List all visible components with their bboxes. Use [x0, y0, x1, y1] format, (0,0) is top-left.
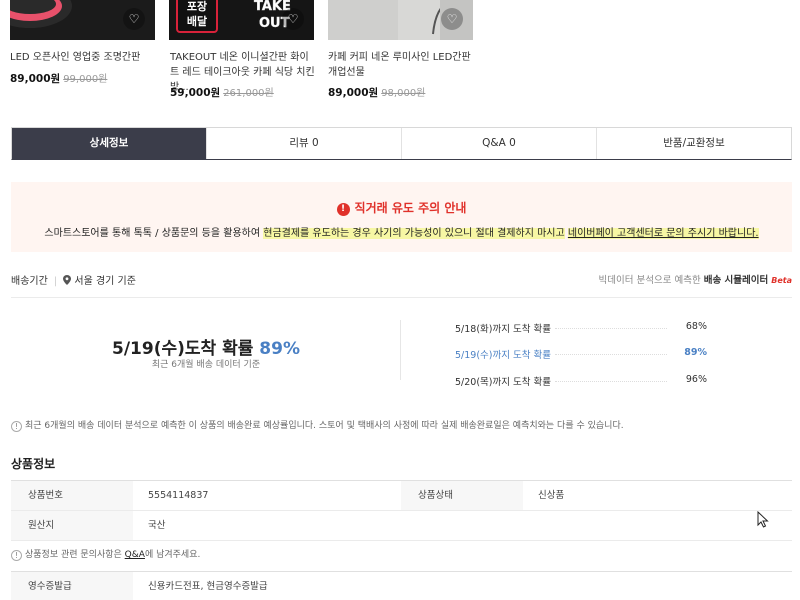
sale-price: 89,000원 [10, 73, 61, 85]
row-label: 상품번호 [11, 481, 133, 510]
delivery-header: 배송기간 | 서울 경기 기준 빅데이터 분석으로 예측한 배송 시뮬레이터 Be… [11, 272, 792, 288]
product-info-title: 상품정보 [11, 457, 56, 471]
probability-label: 5/20(목)까지 도착 확률 [455, 377, 551, 388]
receipt-row: 영수증발급 신용카드전표, 현금영수증발급 [11, 571, 792, 600]
table-row: 상품번호 5554114837 상품상태 신상품 [11, 481, 792, 511]
arrival-probability: 5/19(수)도착 확률 89% [11, 334, 401, 359]
probability-value: 68% [685, 321, 707, 332]
heart-icon[interactable]: ♡ [441, 8, 463, 30]
dotted-leader [555, 354, 667, 355]
delivery-note-text: 최근 6개월의 배송 데이터 분석으로 예측한 이 상품의 배송완료 예상률입니… [25, 421, 624, 431]
probability-row: 5/19(수)까지 도착 확률 89% [455, 347, 707, 361]
divider-line [11, 297, 792, 298]
related-products: ♡ LED 오픈사인 영업중 조명간판 89,000원 99,000원 포장 배달… [0, 0, 800, 110]
sale-price: 89,000원 [328, 87, 379, 99]
product-price: 89,000원 99,000원 [10, 70, 107, 86]
product-price: 89,000원 98,000원 [328, 84, 425, 100]
notice-body-prefix: 스마트스토어를 통해 톡톡 / 상품문의 등을 활용하여 [44, 228, 264, 239]
sign-text-left-2: 배달 [187, 14, 207, 28]
simulator-label: 빅데이터 분석으로 예측한 배송 시뮬레이터 Beta [599, 272, 793, 286]
probability-label: 5/19(수)까지 도착 확률 [455, 350, 551, 361]
notice-title: ! 직거래 유도 주의 안내 [11, 199, 792, 216]
table-row: 영수증발급 신용카드전표, 현금영수증발급 [11, 572, 792, 600]
original-price: 99,000원 [63, 74, 108, 85]
probability-row: 5/20(목)까지 도착 확률 96% [455, 374, 707, 388]
analysis-prefix: 빅데이터 분석으로 예측한 [598, 275, 701, 286]
product-thumbnail[interactable]: ♡ [10, 0, 155, 40]
product-info-note: ! 상품정보 관련 문의사항은 Q&A에 남겨주세요. [11, 547, 200, 561]
notice-body-highlight: 현금결제를 유도하는 경우 사기의 가능성이 있으니 절대 결제하지 마시고 [263, 228, 565, 239]
product-thumbnail[interactable]: ♡ [328, 0, 473, 40]
note-suffix: 에 남겨주세요. [144, 550, 201, 560]
dotted-leader [555, 381, 667, 382]
detail-tabs: 상세정보 리뷰 0 Q&A 0 반품/교환정보 [11, 127, 792, 160]
row-label: 영수증발급 [11, 572, 133, 600]
row-value: 신용카드전표, 현금영수증발급 [148, 581, 268, 592]
mouse-cursor-icon [757, 511, 769, 528]
product-name[interactable]: LED 오픈사인 영업중 조명간판 [10, 50, 156, 65]
qna-link[interactable]: Q&A [125, 550, 145, 560]
fraud-warning-notice: ! 직거래 유도 주의 안내 스마트스토어를 통해 톡톡 / 상품문의 등을 활용… [11, 182, 792, 252]
dotted-leader [555, 328, 667, 329]
probability-row: 5/18(화)까지 도착 확률 68% [455, 321, 707, 335]
heart-icon[interactable]: ♡ [123, 8, 145, 30]
notice-body: 스마트스토어를 통해 톡톡 / 상품문의 등을 활용하여 현금결제를 유도하는 … [11, 224, 792, 239]
sale-price: 59,000원 [170, 87, 221, 99]
product-price: 59,000원 261,000원 [170, 84, 274, 100]
tab-qna[interactable]: Q&A 0 [401, 128, 596, 159]
notice-title-text: 직거래 유도 주의 안내 [354, 201, 467, 215]
row-label: 원산지 [11, 511, 133, 540]
arrival-date: 5/19(수)도착 확률 [112, 339, 254, 359]
exclamation-icon: ! [336, 203, 350, 216]
info-icon: ! [11, 421, 22, 432]
heart-icon[interactable]: ♡ [282, 8, 304, 30]
product-thumbnail[interactable]: 포장 배달 TAKE OUT ♡ [169, 0, 314, 40]
tab-detail[interactable]: 상세정보 [12, 128, 206, 159]
row-label: 상품상태 [401, 481, 523, 510]
product-name[interactable]: 카페 커피 네온 루미사인 LED간판 개업선물 [328, 50, 474, 80]
analysis-bold: 배송 시뮬레이터 [703, 275, 769, 286]
delivery-headline: 5/19(수)도착 확률 89% 최근 6개월 배송 데이터 기준 [11, 320, 401, 380]
probability-value: 96% [685, 374, 707, 385]
product-info-table: 상품번호 5554114837 상품상태 신상품 원산지 국산 [11, 480, 792, 541]
divider: | [53, 276, 58, 287]
row-value: 국산 [148, 520, 166, 531]
arrival-basis: 최근 6개월 배송 데이터 기준 [151, 360, 261, 370]
original-price: 261,000원 [223, 88, 274, 99]
map-pin-icon [63, 275, 72, 287]
delivery-location[interactable]: 서울 경기 기준 [74, 276, 136, 287]
arrival-percent: 89% [259, 339, 300, 359]
tab-return-exchange[interactable]: 반품/교환정보 [596, 128, 791, 159]
info-icon: ! [11, 550, 22, 561]
original-price: 98,000원 [381, 88, 426, 99]
tab-reviews[interactable]: 리뷰 0 [206, 128, 401, 159]
note-prefix: 상품정보 관련 문의사항은 [25, 550, 125, 560]
row-value: 5554114837 [148, 490, 209, 501]
probability-value: 89% [684, 347, 707, 358]
probability-label: 5/18(화)까지 도착 확률 [455, 324, 551, 335]
sign-text-left: 포장 [187, 0, 207, 13]
delivery-note: ! 최근 6개월의 배송 데이터 분석으로 예측한 이 상품의 배송완료 예상률입… [11, 418, 624, 432]
beta-badge: Beta [771, 276, 792, 285]
notice-body-link[interactable]: 네이버페이 고객센터로 문의 주시기 바랍니다. [567, 228, 759, 239]
delivery-label: 배송기간 [11, 276, 48, 287]
table-row: 원산지 국산 [11, 511, 792, 541]
row-value: 신상품 [538, 490, 565, 501]
